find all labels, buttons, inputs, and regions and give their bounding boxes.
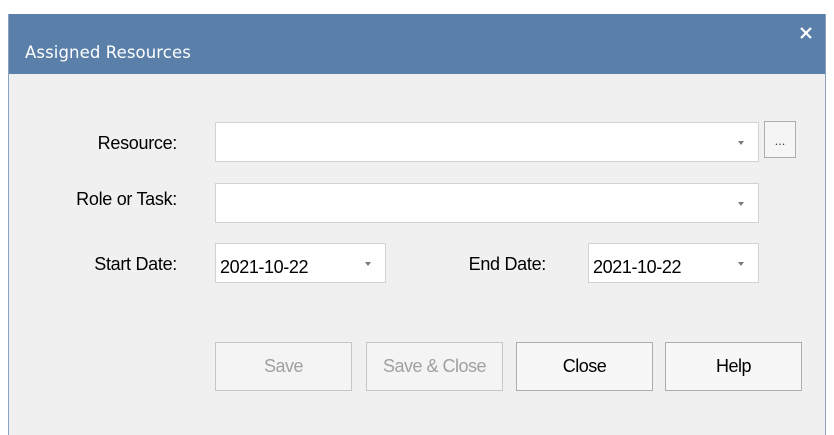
role-label: Role or Task:: [76, 189, 177, 209]
help-button[interactable]: Help: [665, 342, 802, 391]
dialog-title: Assigned Resources: [25, 43, 191, 62]
start-date-label: Start Date:: [94, 254, 177, 274]
start-date-value: 2021-10-22: [220, 257, 309, 277]
end-date-picker[interactable]: 2021-10-22: [588, 243, 759, 283]
role-dropdown[interactable]: [215, 183, 759, 223]
resource-dropdown[interactable]: [215, 122, 759, 162]
start-date-picker[interactable]: 2021-10-22: [215, 243, 386, 283]
browse-label: ...: [774, 133, 786, 148]
chevron-down-icon: [365, 262, 371, 266]
end-date-value: 2021-10-22: [593, 257, 682, 277]
title-bar[interactable]: Assigned Resources: [9, 14, 825, 74]
chevron-down-icon: [738, 202, 744, 206]
save-close-button[interactable]: Save & Close: [366, 342, 503, 391]
save-button[interactable]: Save: [215, 342, 352, 391]
assigned-resources-dialog: Assigned Resources Resource: ... Role or…: [8, 14, 826, 435]
chevron-down-icon: [738, 141, 744, 145]
chevron-down-icon: [738, 262, 744, 266]
browse-resource-button[interactable]: ...: [764, 121, 796, 158]
close-button[interactable]: Close: [516, 342, 653, 391]
close-icon[interactable]: [797, 24, 815, 42]
resource-label: Resource:: [97, 133, 178, 153]
end-date-label: End Date:: [468, 254, 547, 274]
